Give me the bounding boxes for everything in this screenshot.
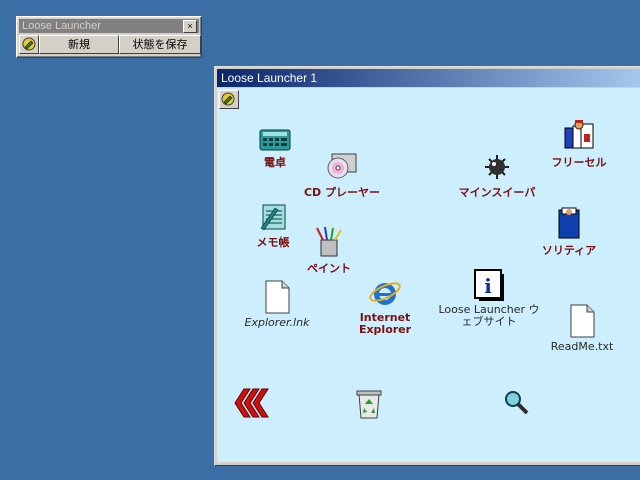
launcher-icon-area: 電卓 CD プレーヤー マインスイーパ フリーセル メモ帳 ペイント ソリティア… bbox=[217, 88, 640, 462]
launcher-item-website[interactable]: i Loose Launcher ウェブサイト bbox=[437, 268, 541, 328]
solitaire-icon bbox=[558, 207, 580, 239]
edit-mode-toggle[interactable] bbox=[219, 90, 239, 109]
launcher-item-label: 電卓 bbox=[264, 156, 286, 169]
pencil-icon bbox=[221, 92, 235, 106]
launcher-item-readme[interactable]: ReadMe.txt bbox=[547, 304, 617, 353]
file-icon bbox=[265, 280, 290, 314]
recycle-bin-button[interactable] bbox=[351, 386, 387, 420]
launcher-item-minesweeper[interactable]: マインスイーパ bbox=[457, 152, 537, 200]
launcher-item-label: Explorer.lnk bbox=[244, 316, 310, 329]
search-button[interactable] bbox=[501, 388, 531, 416]
mini-toolbar: 新規 状態を保存 bbox=[19, 35, 201, 54]
mini-launcher-window: Loose Launcher × 新規 状態を保存 bbox=[16, 16, 202, 58]
new-button[interactable]: 新規 bbox=[39, 35, 119, 54]
launcher-item-label: ReadMe.txt bbox=[550, 340, 614, 353]
new-button-label: 新規 bbox=[68, 38, 90, 51]
mini-window-title-text: Loose Launcher bbox=[22, 20, 101, 32]
collapse-button[interactable] bbox=[231, 386, 271, 420]
recycle-bin-icon bbox=[356, 390, 382, 419]
mini-window-title[interactable]: Loose Launcher × bbox=[19, 19, 199, 33]
launcher-item-freecell[interactable]: フリーセル bbox=[549, 120, 609, 170]
info-icon: i bbox=[474, 269, 504, 301]
launcher-item-solitaire[interactable]: ソリティア bbox=[539, 206, 599, 258]
main-launcher-window: Loose Launcher 1 電卓 CD プレーヤー マインスイーパ フリー… bbox=[214, 66, 640, 466]
launcher-item-internet-explorer[interactable]: Internet Explorer bbox=[353, 276, 417, 336]
svg-text:i: i bbox=[484, 274, 492, 298]
launcher-item-paint[interactable]: ペイント bbox=[305, 226, 353, 276]
freecell-icon bbox=[564, 120, 594, 149]
launcher-item-label: ソリティア bbox=[541, 244, 597, 257]
cd-player-icon bbox=[327, 153, 357, 179]
launcher-item-label: Internet Explorer bbox=[358, 311, 412, 336]
magnifier-icon bbox=[505, 391, 529, 415]
close-button[interactable]: × bbox=[183, 20, 197, 33]
triple-chevron-left-icon bbox=[234, 388, 269, 418]
edit-mode-button[interactable] bbox=[19, 35, 39, 54]
launcher-item-label: メモ帳 bbox=[256, 236, 290, 249]
launcher-item-label: Loose Launcher ウェブサイト bbox=[438, 303, 540, 328]
launcher-item-memo[interactable]: メモ帳 bbox=[251, 202, 295, 250]
main-window-title[interactable]: Loose Launcher 1 bbox=[217, 69, 640, 87]
file-icon bbox=[570, 304, 595, 338]
pencil-icon bbox=[22, 37, 36, 51]
launcher-item-label: フリーセル bbox=[551, 156, 607, 169]
launcher-item-explorer-lnk[interactable]: Explorer.lnk bbox=[241, 280, 313, 329]
launcher-item-label: ペイント bbox=[307, 262, 351, 275]
main-window-title-text: Loose Launcher 1 bbox=[221, 71, 318, 85]
launcher-item-label: CD プレーヤー bbox=[303, 186, 381, 199]
calculator-icon bbox=[259, 129, 291, 151]
launcher-item-cd-player[interactable]: CD プレーヤー bbox=[297, 152, 387, 200]
notepad-icon bbox=[260, 204, 286, 231]
launcher-item-calc[interactable]: 電卓 bbox=[255, 128, 295, 170]
save-state-button-label: 状態を保存 bbox=[132, 38, 188, 51]
launcher-item-label: マインスイーパ bbox=[458, 186, 536, 199]
mine-icon bbox=[485, 155, 509, 179]
paint-icon bbox=[316, 226, 342, 257]
internet-explorer-icon bbox=[369, 282, 401, 305]
close-icon: × bbox=[187, 21, 193, 31]
save-state-button[interactable]: 状態を保存 bbox=[119, 35, 201, 54]
